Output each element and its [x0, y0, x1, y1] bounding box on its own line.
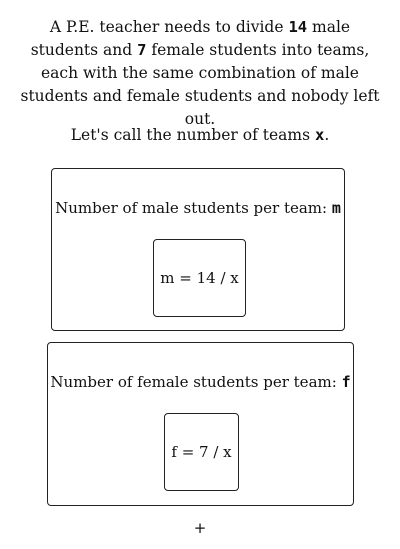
male-formula: m = 14 / x — [160, 269, 239, 287]
male-students-card: Number of male students per team: m m = … — [51, 168, 345, 331]
female-card-title: Number of female students per team: f — [48, 372, 353, 392]
intro-text-1: A P.E. teacher needs to divide — [49, 18, 289, 36]
male-card-variable: m — [331, 199, 341, 217]
teams-variable: x — [314, 126, 325, 144]
male-count: 14 — [288, 18, 308, 36]
teams-suffix: . — [324, 126, 330, 144]
female-card-variable: f — [341, 373, 351, 391]
male-formula-box[interactable]: m = 14 / x — [153, 239, 246, 317]
female-students-card: Number of female students per team: f f … — [47, 342, 354, 506]
add-button[interactable]: + — [0, 518, 400, 538]
teams-prefix: Let's call the number of teams — [70, 126, 315, 144]
female-formula-box[interactable]: f = 7 / x — [164, 413, 239, 491]
male-card-label: Number of male students per team: — [55, 199, 332, 217]
female-card-label: Number of female students per team: — [50, 373, 342, 391]
teams-definition: Let's call the number of teams x. — [0, 124, 400, 147]
problem-statement: A P.E. teacher needs to divide 14 male s… — [18, 16, 382, 131]
male-card-title: Number of male students per team: m — [52, 198, 344, 218]
female-formula: f = 7 / x — [171, 443, 232, 461]
